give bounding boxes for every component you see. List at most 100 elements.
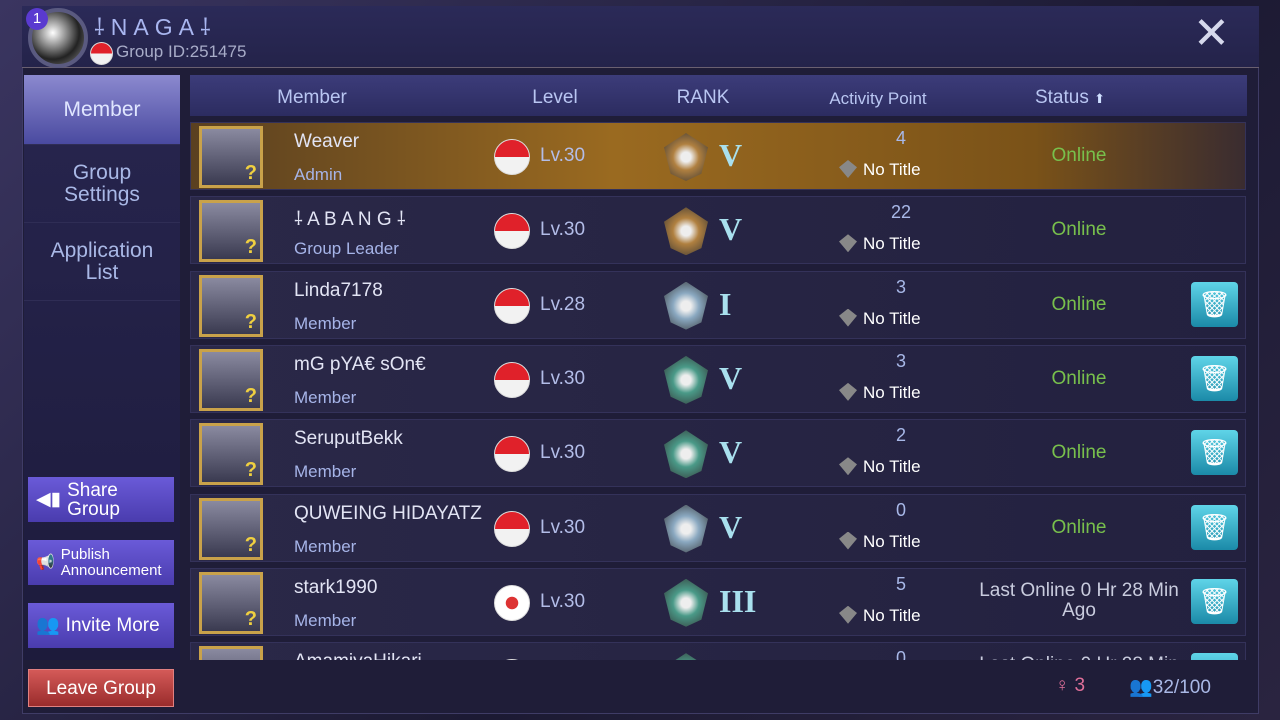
col-status[interactable]: Status ⬆ (1035, 87, 1105, 109)
col-rank: RANK (676, 87, 730, 108)
member-status: Last Online 0 Hr 28 Min Ago (979, 655, 1179, 660)
rank-emblem-icon (664, 430, 708, 479)
avatar[interactable]: ? (199, 274, 263, 337)
flag-icon (494, 287, 530, 324)
flag-icon (494, 659, 530, 660)
col-activity: Activity Point (829, 89, 927, 108)
table-header: Member Level RANK Activity Point Status … (190, 75, 1247, 116)
title-icon (839, 531, 857, 550)
member-name: mG pYA€ sOn€ (294, 353, 426, 375)
trash-icon: 🗑 (1197, 585, 1231, 616)
group-id: Group ID:251475 (116, 42, 247, 61)
flag-icon (494, 510, 530, 547)
flag-icon (494, 436, 530, 473)
trash-icon: 🗑 (1197, 362, 1231, 393)
title-label: No Title (839, 531, 921, 552)
member-name: ⸸ A B A N G ⸸ (294, 209, 406, 231)
rank-emblem-icon (664, 653, 708, 660)
member-role: Member (294, 536, 357, 556)
remove-member-button[interactable]: 🗑 (1191, 578, 1238, 624)
label: Invite More (65, 615, 160, 636)
avatar[interactable]: ? (199, 497, 263, 560)
leave-group-button[interactable]: Leave Group (28, 669, 174, 707)
people-icon: 👥 (36, 615, 60, 636)
avatar[interactable]: ? (199, 571, 263, 634)
female-icon: ♀ (1055, 675, 1070, 696)
title-label: No Title (839, 457, 921, 477)
flag-icon (494, 361, 530, 398)
rank-emblem-icon (664, 133, 708, 181)
member-name: Linda7178 (294, 279, 383, 301)
title-text: No Title (863, 382, 921, 402)
member-name: Weaver (294, 131, 360, 152)
trash-icon: 🗑 (1197, 437, 1231, 468)
remove-member-button[interactable]: 🗑 (1191, 281, 1238, 327)
remove-member-button[interactable]: 🗑 (1191, 504, 1238, 550)
table-row[interactable]: ? Weaver Admin Lv.30 V 4 No Title Online (190, 122, 1246, 190)
group-name: ⸸NAGA⸸ (94, 14, 217, 40)
table-row[interactable]: ? Linda7178 Member Lv.28 I 3 No Title Onl… (190, 270, 1246, 339)
remove-member-button[interactable]: 🗑 (1191, 653, 1238, 660)
table-row[interactable]: ? SeruputBekk Member Lv.30 V 2 No Title O… (190, 419, 1246, 488)
female-count: ♀ 3 (1055, 675, 1085, 699)
activity-point: 5 (895, 573, 907, 594)
sidebar-item-member[interactable]: Member (24, 75, 180, 145)
sidebar-item-application-list[interactable]: Application List (24, 223, 180, 301)
title-label: No Title (839, 605, 921, 626)
title-text: No Title (863, 457, 921, 477)
question-icon: ? (244, 310, 257, 333)
member-role: Member (294, 610, 357, 630)
activity-point: 2 (895, 425, 907, 446)
member-status: Online (1051, 516, 1107, 538)
member-count: 👥32/100 (1129, 675, 1211, 699)
activity-point: 4 (895, 128, 907, 148)
member-role: Member (294, 313, 357, 333)
flag-icon (494, 139, 530, 175)
avatar[interactable]: ? (199, 200, 263, 263)
trash-icon: 🗑 (1197, 511, 1231, 542)
close-icon[interactable]: ✕ (1193, 12, 1230, 56)
avatar[interactable]: ? (199, 126, 263, 188)
member-name: AmamiyaHikari (294, 651, 422, 660)
title-text: No Title (863, 531, 921, 551)
member-status: Online (1051, 293, 1107, 315)
rank-emblem-icon (664, 504, 708, 553)
activity-point: 3 (895, 276, 907, 297)
sort-up-icon: ⬆ (1094, 91, 1106, 106)
remove-member-button[interactable]: 🗑 (1191, 430, 1238, 476)
title-label: No Title (839, 308, 921, 329)
col-level: Level (532, 87, 578, 108)
flag-icon (494, 213, 530, 250)
table-row[interactable]: ? QUWEING HIDAYATZ Member Lv.30 V 0 No Ti… (190, 493, 1246, 562)
member-list[interactable]: ? Weaver Admin Lv.30 V 4 No Title Online … (190, 122, 1247, 660)
table-row[interactable]: ? ⸸ A B A N G ⸸ Group Leader Lv.30 V 22 N… (190, 196, 1246, 265)
remove-member-button[interactable]: 🗑 (1191, 355, 1238, 401)
rank-tier: V (719, 508, 743, 545)
flag-icon (90, 42, 113, 65)
avatar[interactable]: ? (199, 348, 263, 411)
member-status: Online (1051, 219, 1107, 241)
activity-point: 0 (895, 499, 907, 520)
member-status: Last Online 0 Hr 28 Min Ago (979, 579, 1179, 621)
share-icon: ◀▮ (36, 489, 62, 510)
question-icon: ? (244, 162, 257, 184)
invite-more-button[interactable]: 👥 Invite More (28, 603, 174, 648)
footer-stats: ♀ 3 👥32/100 (1055, 675, 1211, 699)
table-row[interactable]: ? stark1990 Member Lv.30 III 5 No Title L… (190, 567, 1246, 636)
table-row[interactable]: ? AmamiyaHikari Member Lv.30 V 0No Title… (190, 642, 1246, 660)
title-icon (839, 234, 857, 253)
rank-tier: V (719, 657, 742, 660)
rank-emblem-icon (664, 207, 708, 256)
avatar[interactable]: ? (199, 646, 263, 660)
title-icon (839, 308, 857, 327)
member-role: Group Leader (294, 239, 399, 259)
member-name: QUWEING HIDAYATZ (294, 502, 482, 524)
share-group-button[interactable]: ◀▮ Share Group (28, 477, 174, 522)
rank-tier: V (719, 137, 743, 173)
member-name: SeruputBekk (294, 428, 403, 450)
member-level: Lv.30 (540, 219, 586, 241)
table-row[interactable]: ? mG pYA€ sOn€ Member Lv.30 V 3 No Title … (190, 344, 1246, 413)
sidebar-item-group-settings[interactable]: Group Settings (24, 145, 180, 223)
publish-announcement-button[interactable]: 📢 Publish Announcement (28, 540, 174, 585)
avatar[interactable]: ? (199, 423, 263, 486)
